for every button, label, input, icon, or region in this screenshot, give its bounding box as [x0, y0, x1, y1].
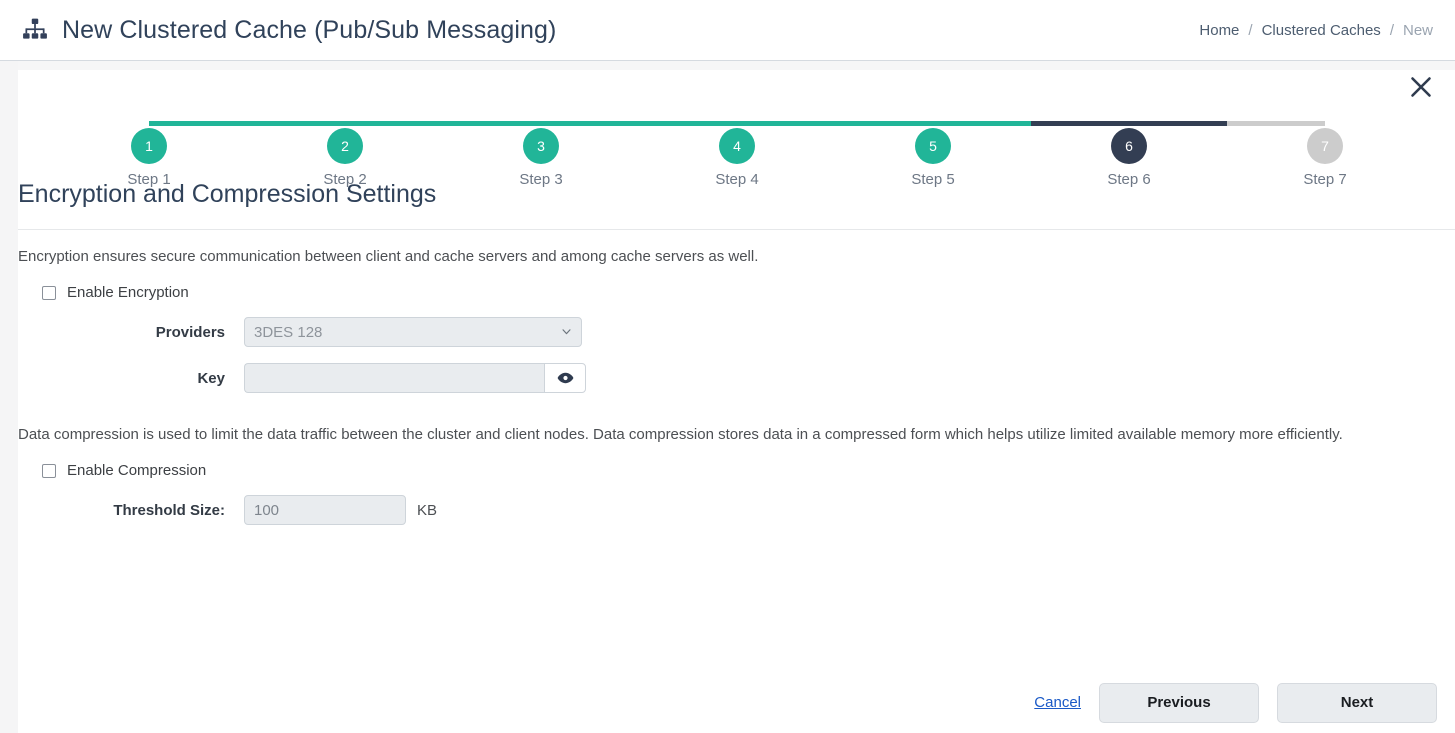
breadcrumb-item-clustered-caches[interactable]: Clustered Caches [1262, 22, 1381, 39]
enable-compression-row[interactable]: Enable Compression [18, 462, 1438, 479]
enable-encryption-checkbox[interactable] [42, 285, 56, 300]
stepper: 1 Step 1 2 Step 2 3 Step 3 4 Step 4 5 Step 5 6 Step… [18, 96, 1455, 188]
chevron-down-icon [562, 329, 571, 335]
breadcrumb-separator: / [1248, 21, 1253, 39]
show-key-button[interactable] [544, 363, 586, 393]
compression-description: Data compression is used to limit the da… [18, 426, 1343, 443]
stepper-connector [835, 121, 933, 126]
key-label: Key [197, 369, 225, 387]
stepper-label-3: Step 3 [519, 171, 563, 188]
cancel-link[interactable]: Cancel [1034, 694, 1081, 711]
section-divider [18, 229, 1455, 230]
stepper-connector [345, 121, 443, 126]
threshold-size-row: Threshold Size: KB [18, 495, 1438, 525]
key-input[interactable] [244, 363, 544, 393]
page-header: New Clustered Cache (Pub/Sub Messaging) … [0, 0, 1455, 61]
stepper-node-3[interactable]: 3 [523, 128, 559, 164]
stepper-label-7: Step 7 [1303, 171, 1347, 188]
stepper-connector [247, 121, 345, 126]
providers-row: Providers 3DES 128 [18, 317, 1438, 347]
stepper-node-4[interactable]: 4 [719, 128, 755, 164]
encryption-description: Encryption ensures secure communication … [18, 248, 759, 265]
enable-compression-checkbox[interactable] [42, 463, 56, 478]
stepper-connector [1227, 121, 1325, 126]
left-rail [0, 61, 18, 733]
enable-compression-label[interactable]: Enable Compression [67, 462, 206, 479]
threshold-size-label: Threshold Size: [113, 501, 225, 519]
form-area: Encryption ensures secure communication … [18, 245, 1438, 525]
stepper-node-1[interactable]: 1 [131, 128, 167, 164]
wizard-footer: Cancel Previous Next [18, 672, 1455, 733]
threshold-size-unit: KB [417, 501, 438, 519]
previous-button[interactable]: Previous [1099, 682, 1259, 723]
breadcrumb-item-home[interactable]: Home [1199, 22, 1239, 39]
sitemap-icon [23, 18, 47, 39]
stepper-connector [541, 121, 639, 126]
section-title: Encryption and Compression Settings [18, 180, 437, 208]
stepper-node-7[interactable]: 7 [1307, 128, 1343, 164]
stepper-connector [639, 121, 737, 126]
key-input-group [244, 363, 586, 393]
stepper-label-6: Step 6 [1107, 171, 1151, 188]
providers-select[interactable]: 3DES 128 [244, 317, 582, 347]
page-title: New Clustered Cache (Pub/Sub Messaging) [62, 15, 557, 44]
stepper-label-4: Step 4 [715, 171, 759, 188]
next-button[interactable]: Next [1277, 682, 1437, 723]
close-icon [1411, 77, 1431, 97]
header-left: New Clustered Cache (Pub/Sub Messaging) [0, 16, 556, 45]
providers-selected-value: 3DES 128 [254, 323, 323, 341]
stepper-connector [933, 121, 1031, 126]
breadcrumb-item-new: New [1402, 21, 1433, 39]
stepper-node-6[interactable]: 6 [1111, 128, 1147, 164]
stepper-connector [1031, 121, 1129, 126]
stepper-connector [1129, 121, 1227, 126]
eye-icon [557, 372, 573, 384]
stepper-connector [149, 121, 247, 126]
stepper-label-5: Step 5 [911, 171, 955, 188]
key-row: Key [18, 363, 1438, 393]
panel-top-strip [18, 61, 1455, 70]
enable-encryption-label[interactable]: Enable Encryption [67, 284, 189, 301]
threshold-size-input[interactable] [244, 495, 406, 525]
stepper-node-5[interactable]: 5 [915, 128, 951, 164]
stepper-connector [737, 121, 835, 126]
stepper-connector [443, 121, 541, 126]
breadcrumb-separator: / [1389, 21, 1394, 39]
providers-label: Providers [155, 323, 225, 341]
enable-encryption-row[interactable]: Enable Encryption [18, 284, 1438, 301]
stepper-node-2[interactable]: 2 [327, 128, 363, 164]
breadcrumb: Home / Clustered Caches / New [1199, 22, 1455, 39]
